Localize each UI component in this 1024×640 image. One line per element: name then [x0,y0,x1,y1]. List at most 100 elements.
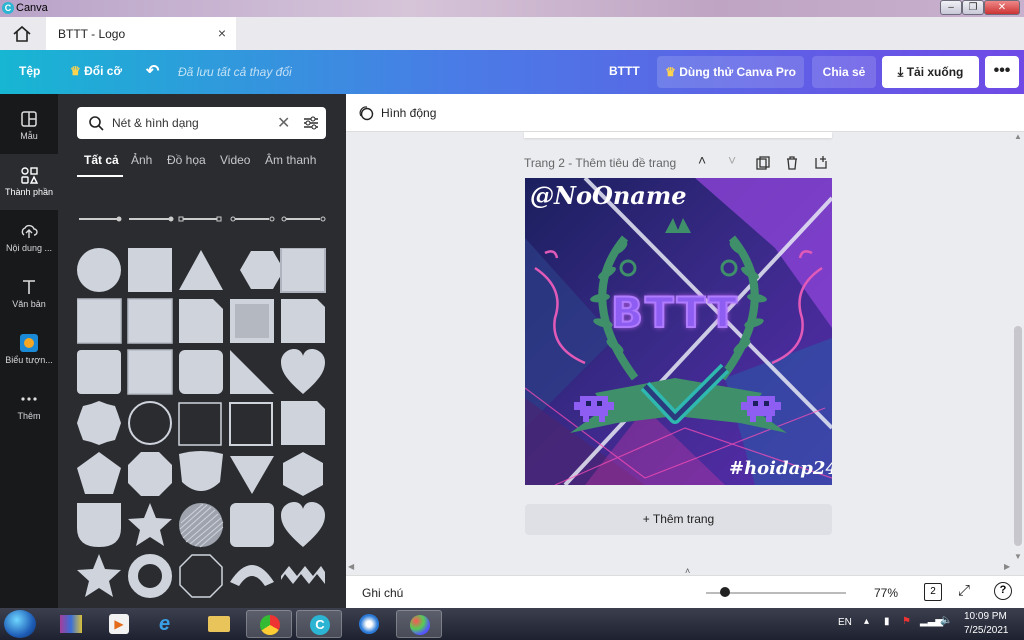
line-option[interactable] [281,216,326,222]
network-icon[interactable]: ▮ [884,616,890,627]
move-page-down-icon[interactable]: ˅ [728,152,736,168]
animate-button[interactable]: Hình động [381,106,436,120]
cut-corner-shape[interactable] [281,401,325,445]
sidebar-item-templates[interactable]: Mẫu [0,98,58,154]
star-shape[interactable] [128,503,172,546]
start-button[interactable] [4,610,36,638]
ring-shape[interactable] [128,554,172,598]
octagon-shape[interactable] [128,452,172,496]
taskbar-file-explorer[interactable] [196,610,242,638]
more-options-button[interactable]: ••• [985,56,1019,88]
hexagon-shape[interactable] [240,251,284,289]
add-page-icon[interactable] [814,155,828,169]
page-count-button[interactable]: 2 [924,583,942,601]
folded-corner-shape[interactable] [179,299,223,343]
badge-shape[interactable] [77,503,121,547]
line-option[interactable] [129,216,174,222]
language-indicator[interactable]: EN [838,617,852,628]
notes-button[interactable]: Ghi chú [362,586,403,600]
triangle-shape[interactable] [179,250,223,290]
filter-icon[interactable] [303,115,319,131]
sidebar-item-uploads[interactable]: Nội dung ... [0,210,58,266]
sidebar-item-brand[interactable]: Biểu tượn... [0,322,58,378]
square-shape[interactable] [77,298,122,344]
square-outline-shape[interactable] [229,402,273,446]
heart-shape[interactable] [281,349,325,394]
download-button[interactable]: ⤓ Tải xuống [882,56,979,88]
rounded-square-shape[interactable] [77,350,121,394]
circle-outline-shape[interactable] [128,401,172,445]
tab-all[interactable]: Tất cả [84,153,119,167]
vertical-scrollbar[interactable] [1014,326,1022,546]
duplicate-page-icon[interactable] [756,156,770,170]
close-window-button[interactable]: ✕ [984,0,1020,15]
add-page-button[interactable]: + Thêm trang [525,504,832,535]
design-page[interactable]: @NoOname BTTT #hoidap247 [525,178,832,485]
taskbar-canva[interactable]: C [296,610,342,638]
home-button[interactable] [8,23,36,45]
design-hashtag-text[interactable]: #hoidap247 [729,458,832,479]
sidebar-item-more[interactable]: Thêm [0,378,58,434]
clock-time[interactable]: 10:09 PM [964,611,1007,622]
star-shape[interactable] [77,554,121,597]
rounded-square-shape[interactable] [179,350,223,394]
zoom-level[interactable]: 77% [874,586,898,600]
heart-shape[interactable] [281,502,325,547]
resize-button[interactable]: ♛ Đổi cỡ [70,64,122,78]
right-triangle-shape[interactable] [230,350,274,394]
square-shape[interactable] [128,248,172,292]
action-center-icon[interactable]: ⚑ [902,616,911,627]
delete-page-icon[interactable] [785,156,799,170]
try-pro-button[interactable]: ♛ Dùng thử Canva Pro [657,56,804,88]
clock-date[interactable]: 7/25/2021 [964,625,1009,636]
pentagon-shape[interactable] [77,452,121,494]
zoom-out-icon[interactable]: – [706,583,714,599]
tab-photos[interactable]: Ảnh [131,153,152,167]
square-shape[interactable] [127,298,173,344]
taskbar-app[interactable] [346,610,392,638]
help-icon[interactable]: ? [994,582,1012,600]
tab-videos[interactable]: Video [220,153,250,167]
taskbar-media-player[interactable]: ▶ [96,610,142,638]
square-outline-shape[interactable] [178,402,222,446]
maximize-button[interactable]: ❐ [962,0,984,15]
minimize-button[interactable]: – [940,0,962,15]
zigzag-shape[interactable] [281,566,325,584]
tray-expand-icon[interactable]: ▴ [864,616,869,627]
page-title-input[interactable]: Thêm tiêu đề trang [575,156,676,170]
circle-shape[interactable] [77,248,121,292]
search-input[interactable]: Nét & hình dạng ✕ [77,107,326,139]
taskbar-internet-explorer[interactable]: e [146,610,192,638]
zoom-slider-handle[interactable] [720,587,730,597]
line-option[interactable] [79,216,122,222]
arc-shape[interactable] [230,565,274,586]
bevel-square-shape[interactable] [280,248,326,293]
design-title-text[interactable]: BTTT [610,287,739,338]
design-handle-text[interactable]: @NoOname [530,181,687,210]
file-menu[interactable]: Tệp [19,64,40,78]
rounded-square-shape[interactable] [230,503,274,547]
taskbar-paint[interactable] [396,610,442,638]
hexagon-shape[interactable] [283,452,323,496]
clear-search-icon[interactable]: ✕ [277,113,290,133]
taskbar-browser[interactable] [246,610,292,638]
undo-icon[interactable]: ↶ [146,61,159,81]
line-option[interactable] [178,216,222,222]
tab-close-button[interactable]: × [218,25,226,41]
taskbar-winrar[interactable] [48,610,94,638]
sidebar-item-elements[interactable]: Thành phần [0,154,58,210]
share-button[interactable]: Chia sẻ [812,56,876,88]
line-option[interactable] [230,216,275,222]
sidebar-item-text[interactable]: Văn bản [0,266,58,322]
octagon-outline-shape[interactable] [179,554,223,598]
square-shape[interactable] [127,349,173,395]
scroll-left-icon[interactable]: ◀ [348,562,354,571]
fullscreen-icon[interactable]: ⤢ [958,582,970,599]
document-tab[interactable]: BTTT - Logo × [46,17,236,50]
volume-icon[interactable]: 🔈 [940,615,952,626]
shield-shape[interactable] [179,451,223,491]
down-triangle-shape[interactable] [230,456,274,494]
scroll-down-icon[interactable]: ▼ [1014,552,1022,561]
tab-audio[interactable]: Âm thanh [265,153,316,167]
cut-corner-shape[interactable] [281,299,325,343]
